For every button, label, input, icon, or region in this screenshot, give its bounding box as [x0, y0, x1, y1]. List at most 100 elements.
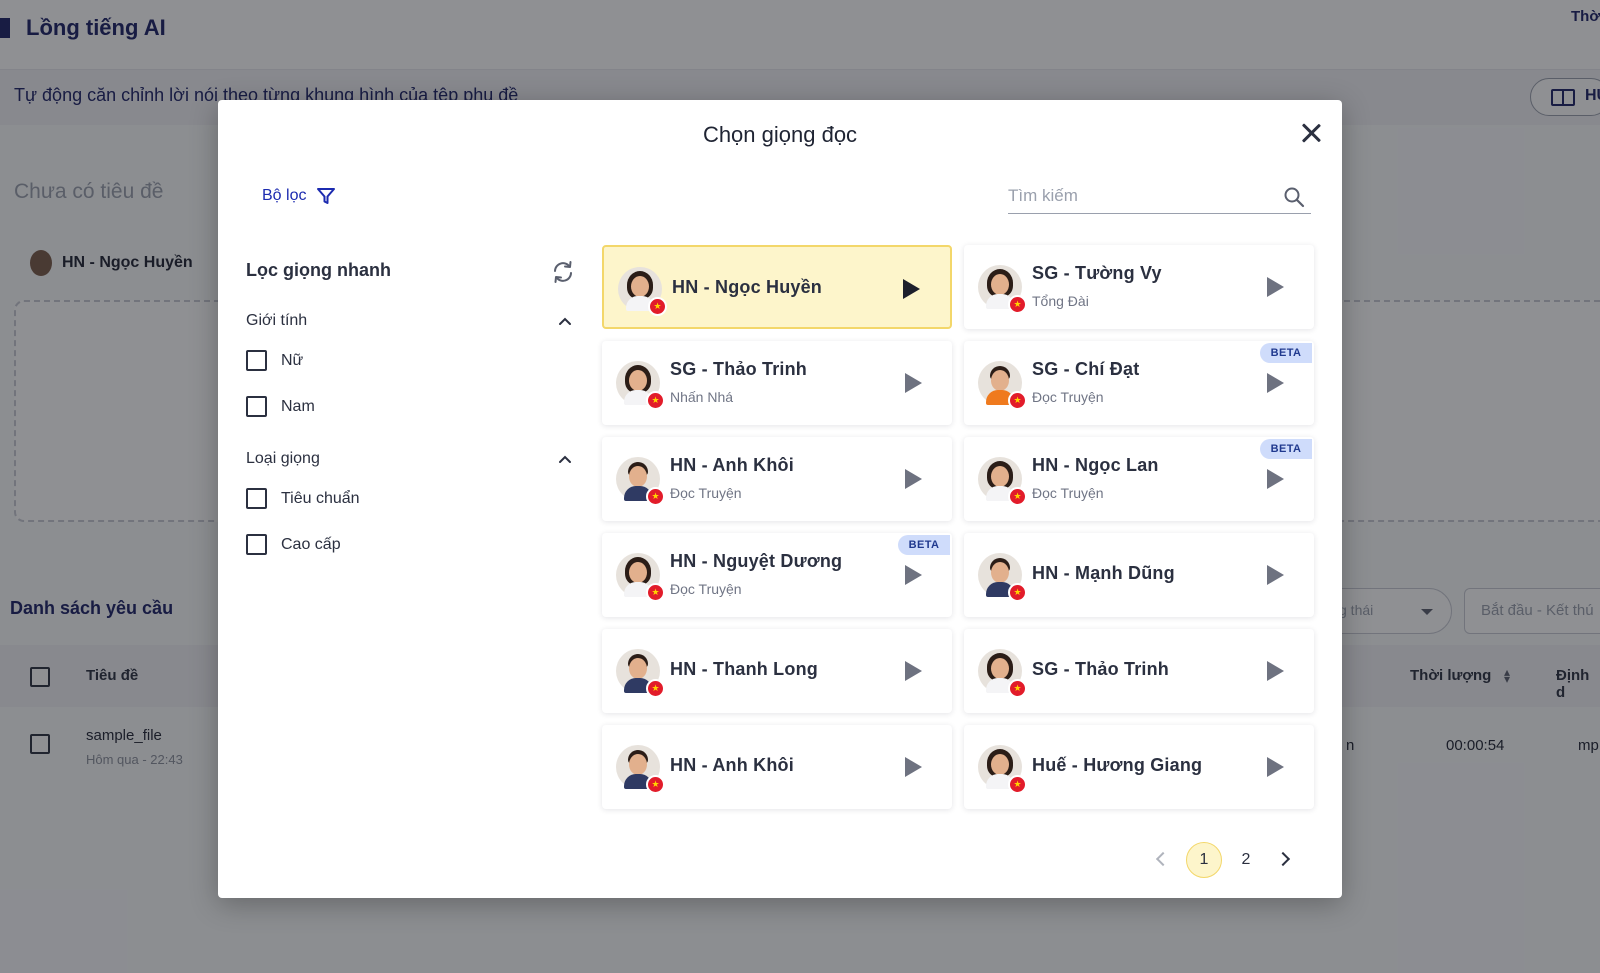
voice-name: HN - Ngọc Huyền [672, 277, 823, 297]
avatar-face [629, 370, 647, 391]
voice-name: Huế - Hương Giang [1032, 755, 1203, 775]
voice-avatar: ★ [978, 553, 1027, 602]
voice-name: HN - Anh Khôi [670, 455, 794, 475]
vietnam-flag-icon: ★ [1008, 487, 1027, 506]
voice-name: HN - Mạnh Dũng [1032, 563, 1175, 583]
voice-type-option-standard[interactable]: Tiêu chuẩn [246, 488, 360, 509]
avatar-face [629, 562, 647, 583]
voice-style: Đọc Truyện [670, 485, 742, 501]
voice-style: Đọc Truyện [670, 581, 742, 597]
voice-card[interactable]: ★ SG - Tường Vy Tổng Đài [964, 245, 1314, 329]
voice-avatar: ★ [978, 649, 1027, 698]
beta-badge: BETA [1260, 343, 1312, 363]
voice-style: Đọc Truyện [1032, 485, 1104, 501]
voice-style: Tổng Đài [1032, 293, 1089, 309]
play-icon[interactable] [905, 661, 922, 681]
option-label: Cao cấp [281, 535, 341, 553]
checkbox[interactable] [246, 488, 267, 509]
gender-group-title: Giới tính [246, 312, 308, 329]
voice-style: Nhấn Nhá [670, 389, 734, 405]
vietnam-flag-icon: ★ [1008, 775, 1027, 794]
voice-avatar: ★ [978, 745, 1027, 794]
checkbox[interactable] [246, 534, 267, 555]
voice-card[interactable]: ★ SG - Thảo Trinh [964, 629, 1314, 713]
avatar-face [991, 658, 1009, 679]
play-icon[interactable] [905, 469, 922, 489]
play-icon[interactable] [905, 757, 922, 777]
voice-card[interactable]: ★ HN - Anh Khôi [602, 725, 952, 809]
avatar-face [991, 274, 1009, 295]
voice-avatar: ★ [616, 457, 665, 506]
voice-card[interactable]: ★ HN - Ngọc Lan Đọc Truyện BETA [964, 437, 1314, 521]
avatar-face [991, 466, 1009, 487]
play-icon[interactable] [1267, 469, 1284, 489]
close-button[interactable] [1298, 120, 1324, 146]
beta-badge: BETA [898, 535, 950, 555]
voice-type-option-premium[interactable]: Cao cấp [246, 534, 341, 555]
search-input[interactable] [1008, 182, 1268, 210]
vietnam-flag-icon: ★ [646, 583, 665, 602]
vietnam-flag-icon: ★ [648, 297, 667, 316]
quick-filter-header: Lọc giọng nhanh [246, 258, 576, 286]
voice-type-group-header[interactable]: Loại giọng [246, 448, 576, 472]
avatar-face [991, 754, 1009, 775]
vietnam-flag-icon: ★ [1008, 583, 1027, 602]
next-page-icon[interactable] [1275, 851, 1291, 867]
play-icon[interactable] [1267, 277, 1284, 297]
gender-option-female[interactable]: Nữ [246, 350, 303, 371]
voice-card[interactable]: ★ HN - Ngọc Huyền [602, 245, 952, 329]
voice-name: HN - Ngọc Lan [1032, 455, 1159, 475]
vietnam-flag-icon: ★ [1008, 391, 1027, 410]
vietnam-flag-icon: ★ [1008, 679, 1027, 698]
voice-card[interactable]: ★ SG - Chí Đạt Đọc Truyện BETA [964, 341, 1314, 425]
voice-avatar: ★ [616, 649, 665, 698]
vietnam-flag-icon: ★ [646, 487, 665, 506]
avatar-face [629, 658, 647, 679]
chevron-up-icon [559, 455, 571, 463]
voice-avatar: ★ [616, 553, 665, 602]
option-label: Nữ [281, 351, 304, 369]
quick-filter-title: Lọc giọng nhanh [246, 260, 391, 280]
voice-card[interactable]: ★ HN - Mạnh Dũng [964, 533, 1314, 617]
search-field[interactable] [1008, 180, 1311, 214]
page-2-button[interactable]: 2 [1228, 842, 1264, 878]
play-icon[interactable] [1267, 757, 1284, 777]
voice-card[interactable]: ★ HN - Anh Khôi Đọc Truyện [602, 437, 952, 521]
voice-avatar: ★ [978, 361, 1027, 410]
modal-title: Chọn giọng đọc [702, 122, 858, 147]
voice-type-group-title: Loại giọng [246, 450, 320, 467]
voice-card[interactable]: ★ Huế - Hương Giang [964, 725, 1314, 809]
reset-filter-icon[interactable] [550, 260, 576, 284]
avatar-face [629, 754, 647, 775]
play-icon[interactable] [1267, 565, 1284, 585]
voice-card[interactable]: ★ HN - Nguyệt Dương Đọc Truyện BETA [602, 533, 952, 617]
checkbox[interactable] [246, 396, 267, 417]
search-icon[interactable] [1283, 186, 1305, 208]
page-1-button[interactable]: 1 [1186, 842, 1222, 878]
checkbox[interactable] [246, 350, 267, 371]
voice-name: HN - Nguyệt Dương [670, 551, 843, 571]
play-icon[interactable] [905, 373, 922, 393]
voice-card[interactable]: ★ SG - Thảo Trinh Nhấn Nhá [602, 341, 952, 425]
voice-name: HN - Anh Khôi [670, 755, 794, 775]
gender-group-header[interactable]: Giới tính [246, 310, 576, 334]
beta-badge: BETA [1260, 439, 1312, 459]
voice-card[interactable]: ★ HN - Thanh Long [602, 629, 952, 713]
vietnam-flag-icon: ★ [646, 391, 665, 410]
avatar-face [629, 466, 647, 487]
prev-page-icon[interactable] [1155, 851, 1171, 867]
gender-option-male[interactable]: Nam [246, 396, 315, 417]
option-label: Tiêu chuẩn [281, 489, 360, 507]
play-icon[interactable] [1267, 373, 1284, 393]
play-icon[interactable] [1267, 661, 1284, 681]
play-icon[interactable] [903, 279, 920, 299]
voice-avatar: ★ [618, 267, 667, 316]
filter-toggle[interactable]: Bộ lọc [262, 186, 336, 206]
play-icon[interactable] [905, 565, 922, 585]
voice-name: SG - Thảo Trinh [670, 359, 807, 379]
voice-avatar: ★ [978, 265, 1027, 314]
voice-avatar: ★ [978, 457, 1027, 506]
voice-style: Đọc Truyện [1032, 389, 1104, 405]
voice-picker-modal: Chọn giọng đọc Bộ lọc Lọc giọng nhanh Gi… [218, 100, 1342, 898]
voice-name: SG - Tường Vy [1032, 263, 1162, 283]
